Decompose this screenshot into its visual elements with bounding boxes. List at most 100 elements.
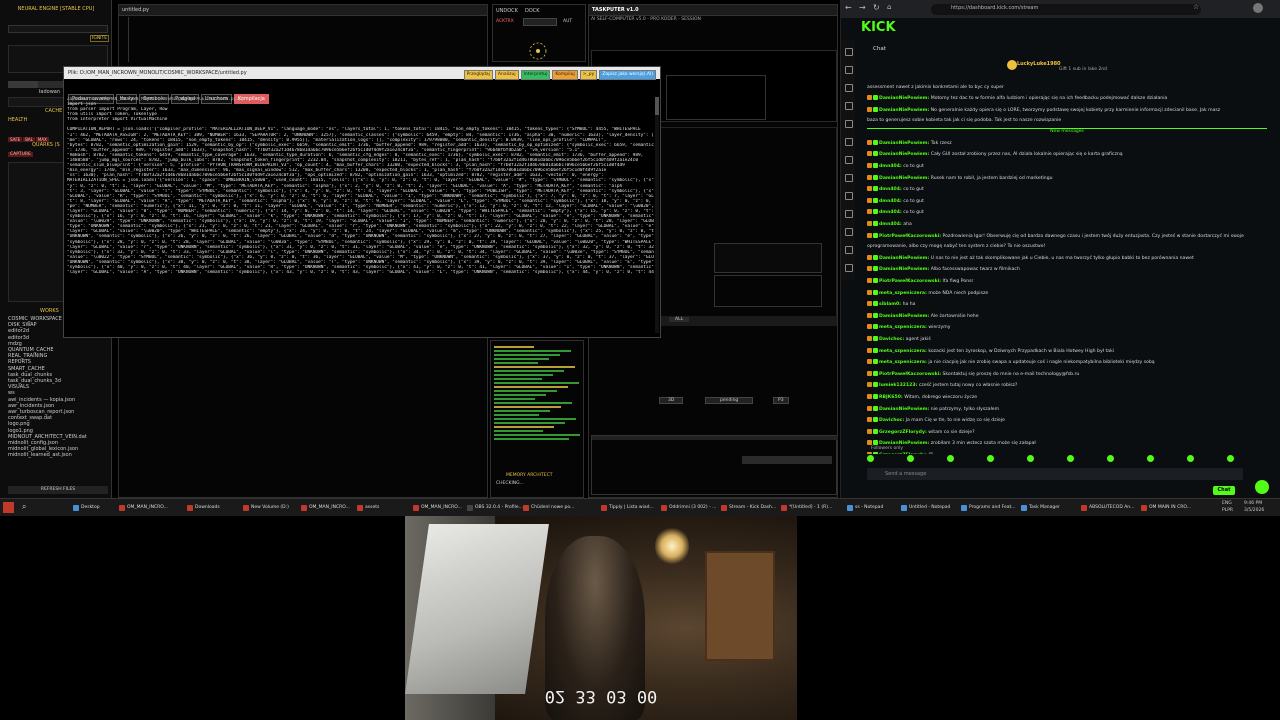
kick-logo[interactable]: KICK [861,20,896,35]
side-nav-icon[interactable] [845,174,853,182]
search-icon[interactable]: ⌕ [22,502,26,512]
untitled-tab[interactable]: untitled.py [119,5,487,16]
save-as-version-button[interactable]: Zapisz jako wersję(.AI) [599,70,656,80]
taskbar-item[interactable]: *[Untitled] - 1 (R)... [780,502,851,514]
side-nav-icon[interactable] [845,156,853,164]
taskbar-item[interactable]: ABSOLUTECOD An... [1080,502,1145,514]
chat-username[interactable]: GrzegorzZFlorydy: [879,453,927,454]
taskbar-item[interactable]: assets [356,502,417,514]
emote-icon[interactable] [1147,455,1154,462]
taskbar-item[interactable]: Desktop [72,502,123,514]
python-button[interactable]: >_py [579,70,598,80]
chat-username[interactable]: RBJK650: [879,395,903,400]
chat-username[interactable]: dmn404: [879,222,902,227]
start-icon[interactable] [3,502,14,513]
chat-username[interactable]: Davichoc: [879,337,904,342]
side-nav-icon[interactable] [845,264,853,272]
code-area[interactable]: Zapisano: D:/OM_MAN_INCROWN_MONOLIT/COSM… [67,97,654,335]
chat-username[interactable]: dmn404: [879,199,902,204]
home-icon[interactable]: ⌂ [887,3,891,11]
chat-username[interactable]: DamianNiePowiem: [879,267,929,272]
frame-select[interactable]: 3D [659,397,684,404]
chat-username[interactable]: GrzegorzZFlorydy: [879,430,927,435]
side-nav-icon[interactable] [845,84,853,92]
emote-icon[interactable] [867,455,874,462]
taskbar-item[interactable]: Task Manager [1020,502,1085,514]
side-nav-icon[interactable] [845,246,853,254]
analyze-button[interactable]: Analizuj [494,70,519,80]
p3-select[interactable]: P3 [773,397,789,404]
chat-username[interactable]: DamianNiePowiem: [879,141,929,146]
clock-date[interactable]: 3/5/2026 [1244,508,1264,513]
taskbar-item[interactable]: New Volume (D:) [242,502,305,514]
chat-username[interactable]: dmn404: [879,210,902,215]
capture-button[interactable]: CAPTURE [8,152,33,157]
prompt-input[interactable] [8,25,108,33]
dock-button[interactable]: DOCK [525,8,540,14]
interpret-button[interactable]: Interpretuj [520,70,551,80]
chat-username[interactable]: DamianNiePowiem: [879,96,929,101]
browse-button[interactable]: Przeglądaj [463,70,493,80]
side-nav-icon[interactable] [845,192,853,200]
editor-scrollbar[interactable] [655,97,659,333]
chat-username[interactable]: meta_szpeniczera: [879,325,927,330]
taskbar-item[interactable]: OBS 32.0.4 - Profile... [466,502,527,514]
emote-icon[interactable] [1187,455,1194,462]
chat-username[interactable]: PiotrPawełKaczorowski: [879,234,941,239]
act-select[interactable] [523,18,557,26]
taskbar-item[interactable]: OM_MAN_INCRO... [300,502,361,514]
folding-select[interactable]: pending [705,397,754,404]
compile-button[interactable]: Kompiluj [552,70,578,80]
back-icon[interactable]: ← [845,3,852,12]
chat-input[interactable]: Send a message [867,468,1243,480]
chat-username[interactable]: meta_szpeniczera: [879,291,927,296]
chat-username[interactable]: meta_szpeniczera: [879,360,927,365]
taskbar-item[interactable]: OM MAIN IN CRO... [1140,502,1201,514]
safe-mode-button[interactable]: SAFE [8,137,23,142]
reload-icon[interactable]: ↻ [873,3,880,12]
emote-icon[interactable] [1027,455,1034,462]
taskbar-item[interactable]: OM_MAN_INCRO... [118,502,191,514]
emote-icon[interactable] [1067,455,1074,462]
chat-username[interactable]: PiotrPawełKaczorowski: [879,279,941,284]
chat-username[interactable]: DamianNiePowiem: [879,108,929,113]
chat-username[interactable]: DamianNiePowiem: [879,407,929,412]
chat-username[interactable]: lumiek132123: [879,383,917,388]
language-indicator[interactable]: ENG [1222,501,1232,506]
emote-icon[interactable] [1227,455,1234,462]
bookmark-icon[interactable]: ☆ [1193,3,1199,11]
emote-icon[interactable] [1107,455,1114,462]
emote-icon[interactable] [947,455,954,462]
taskbar-item[interactable]: Tipply | Lista wiad... [600,502,665,514]
kick-fab-icon[interactable] [1255,480,1269,494]
address-bar[interactable]: https://dashboard.kick.com/stream [931,4,1201,15]
taskbar-item[interactable]: Oddrimni (3 002) - ... [660,502,725,514]
side-nav-icon[interactable] [845,120,853,128]
side-nav-icon[interactable] [845,228,853,236]
forward-icon[interactable]: → [859,3,866,12]
ignite-button[interactable]: IGNITE [90,35,110,42]
emote-icon[interactable] [987,455,994,462]
taskbar-item[interactable]: Stream - Kick Dash... [720,502,785,514]
side-nav-icon[interactable] [845,48,853,56]
taskbar-item[interactable]: Untitled - Notepad [900,502,965,514]
chat-username[interactable]: PiotrPawełKaczorowski: [879,372,941,377]
chat-username[interactable]: DamianNiePowiem: [879,256,929,261]
taskbar-item[interactable]: ss - Notepad [846,502,905,514]
selector-value[interactable]: ALL [669,317,690,322]
side-nav-icon[interactable] [845,66,853,74]
layout-indicator[interactable]: PLPR [1222,508,1233,513]
emote-icon[interactable] [907,455,914,462]
taskbar-item[interactable]: Programs and Feat... [960,502,1025,514]
undock-button[interactable]: UNDOCK [496,8,518,14]
file-tree-item[interactable]: midnolit_learned_ast.json [8,452,112,458]
chat-username[interactable]: Davichoc: [879,418,904,423]
chat-username[interactable]: siblam0: [879,302,901,307]
taskbar-item[interactable]: Downloads [186,502,247,514]
side-nav-icon[interactable] [845,102,853,110]
side-nav-icon[interactable] [845,210,853,218]
profile-avatar[interactable] [1253,3,1263,13]
chat-username[interactable]: DamianNiePowiem: [879,176,929,181]
taskbar-item[interactable]: OM_MAN_INCRO... [412,502,471,514]
chat-username[interactable]: meta_szpeniczera: [879,349,927,354]
